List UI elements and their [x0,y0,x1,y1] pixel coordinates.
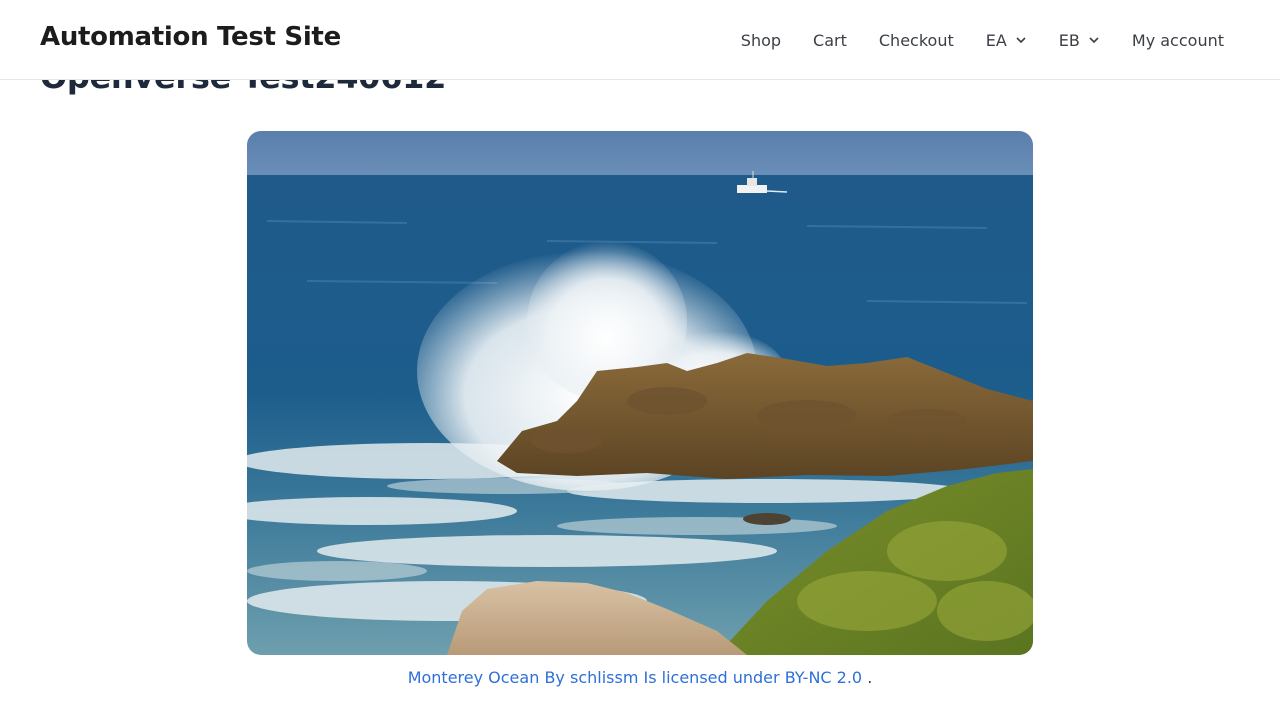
ocean-photo [247,131,1033,655]
nav-label-shop: Shop [740,30,782,50]
nav-item-shop[interactable]: Shop [725,0,797,80]
image-caption: Monterey Ocean By schlissm Is licensed u… [0,668,1280,687]
chevron-down-icon [1089,37,1099,44]
caption-work-link[interactable]: Monterey Ocean [408,668,540,687]
nav-item-checkout[interactable]: Checkout [863,0,970,80]
caption-by-text[interactable]: By [544,668,564,687]
nav-label-eb: EB [1058,30,1080,50]
caption-licensed-text[interactable]: Is licensed under [644,668,780,687]
nav-item-eb[interactable]: EB [1043,0,1116,80]
ocean-photo-illustration [247,131,1033,655]
main-nav: Shop Cart Checkout EA EB My account [725,0,1240,80]
nav-label-checkout: Checkout [878,30,954,50]
caption-author-link[interactable]: schlissm [570,668,638,687]
nav-item-cart[interactable]: Cart [797,0,863,80]
nav-label-ea: EA [985,30,1007,50]
nav-item-my-account[interactable]: My account [1116,0,1240,80]
nav-label-my-account: My account [1131,30,1224,50]
chevron-down-icon [1016,37,1026,44]
nav-item-ea[interactable]: EA [970,0,1043,80]
site-header: Automation Test Site Shop Cart Checkout … [0,0,1280,80]
nav-label-cart: Cart [813,30,847,50]
caption-end-period: . [867,668,873,687]
site-title-link[interactable]: Automation Test Site [40,22,341,52]
caption-license-link[interactable]: BY-NC 2.0 [785,668,862,687]
